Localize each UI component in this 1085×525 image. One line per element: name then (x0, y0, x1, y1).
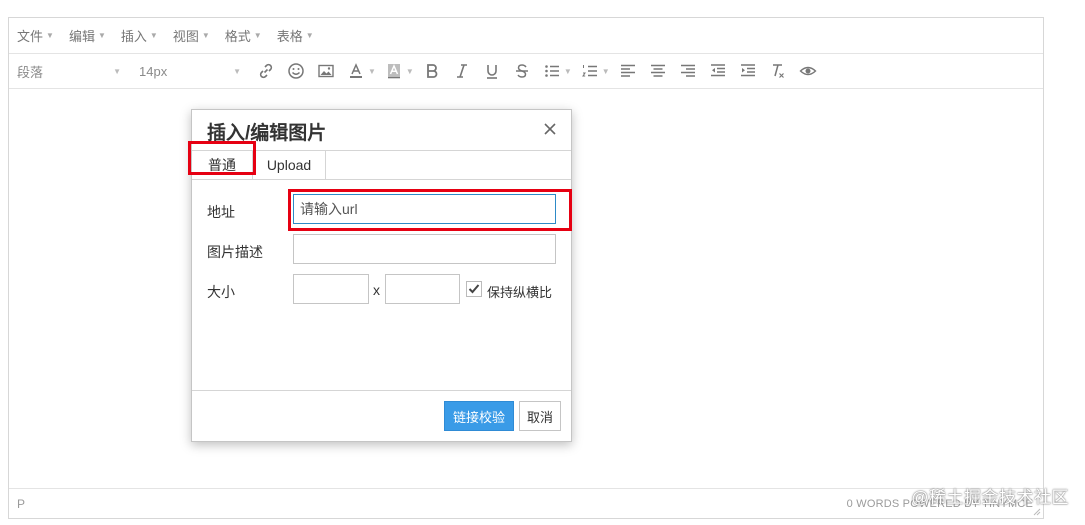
italic-button[interactable] (448, 57, 476, 85)
menu-view[interactable]: 视图 ▼ (173, 26, 210, 45)
preview-icon (799, 66, 817, 76)
menu-file[interactable]: 文件 ▼ (17, 26, 54, 45)
bullet-list-icon (545, 65, 559, 77)
emoticons-icon (288, 63, 304, 79)
preview-button[interactable] (794, 57, 822, 85)
description-input[interactable] (293, 234, 556, 264)
dialog-title: 插入/编辑图片 (207, 123, 327, 144)
toolbar: 段落 ▼ 14px ▼ ▼ ▼ ▼ ▼ (9, 53, 1043, 89)
numbered-list-button[interactable] (576, 57, 604, 85)
underline-icon (486, 65, 497, 79)
background-color-button[interactable] (380, 57, 408, 85)
numbered-list-icon (581, 65, 597, 77)
watermark: @稀土掘金技术社区 (911, 488, 1069, 507)
image-button[interactable] (312, 57, 340, 85)
caret-down-icon[interactable]: ▼ (406, 67, 414, 76)
font-size-select[interactable]: 14px ▼ (131, 54, 251, 88)
height-input[interactable] (385, 274, 460, 304)
bullet-list-split: ▼ (537, 57, 575, 85)
italic-icon (456, 64, 467, 78)
url-label: 地址 (207, 204, 235, 220)
block-format-select[interactable]: 段落 ▼ (9, 54, 131, 88)
dialog-header: 插入/编辑图片 (192, 110, 571, 150)
emoticons-button[interactable] (282, 57, 310, 85)
align-left-button[interactable] (614, 57, 642, 85)
indent-icon (740, 64, 755, 77)
align-right-button[interactable] (674, 57, 702, 85)
caret-down-icon[interactable]: ▼ (602, 67, 610, 76)
text-color-button[interactable] (342, 57, 370, 85)
cancel-button[interactable]: 取消 (519, 401, 561, 431)
bold-button[interactable] (418, 57, 446, 85)
menu-edit[interactable]: 编辑 ▼ (69, 26, 106, 45)
caret-down-icon: ▼ (201, 30, 210, 40)
text-color-split: ▼ (341, 57, 379, 85)
image-icon (318, 64, 334, 78)
background-color-split: ▼ (379, 57, 417, 85)
caret-down-icon[interactable]: ▼ (564, 67, 572, 76)
link-button[interactable] (252, 57, 280, 85)
url-input[interactable] (293, 194, 556, 224)
caret-down-icon: ▼ (305, 30, 314, 40)
align-left-icon (620, 64, 635, 77)
bold-icon (426, 64, 438, 78)
align-center-icon (650, 64, 665, 77)
caret-down-icon: ▼ (149, 30, 158, 40)
tab-upload[interactable]: Upload (252, 151, 326, 179)
caret-down-icon: ▼ (233, 66, 241, 76)
clear-formatting-button[interactable] (764, 57, 792, 85)
close-icon[interactable] (541, 120, 559, 138)
background-color-icon (387, 64, 400, 79)
link-icon (259, 63, 273, 79)
description-label: 图片描述 (207, 244, 263, 260)
constrain-checkbox[interactable] (466, 281, 482, 297)
resize-handle-icon[interactable] (1033, 508, 1041, 516)
statusbar: P 0 WORDS POWERED BY TINYMCE (9, 488, 1043, 518)
menu-insert[interactable]: 插入 ▼ (121, 26, 158, 45)
menu-table[interactable]: 表格 ▼ (277, 26, 314, 45)
caret-down-icon: ▼ (46, 30, 54, 40)
constrain-label: 保持纵横比 (487, 285, 553, 300)
caret-down-icon: ▼ (253, 30, 262, 40)
underline-button[interactable] (478, 57, 506, 85)
text-color-icon (350, 63, 362, 78)
caret-down-icon: ▼ (113, 66, 121, 76)
verify-link-button[interactable]: 链接校验 (444, 401, 514, 431)
caret-down-icon[interactable]: ▼ (368, 67, 376, 76)
size-label: 大小 (207, 284, 235, 300)
align-right-icon (680, 64, 695, 77)
caret-down-icon: ▼ (97, 30, 106, 40)
bullet-list-button[interactable] (538, 57, 566, 85)
width-input[interactable] (293, 274, 369, 304)
indent-button[interactable] (734, 57, 762, 85)
outdent-button[interactable] (704, 57, 732, 85)
clear-formatting-icon (772, 64, 784, 78)
dialog-footer: 链接校验 取消 (192, 390, 571, 441)
menubar: 文件 ▼ 编辑 ▼ 插入 ▼ 视图 ▼ 格式 ▼ 表格 ▼ (9, 18, 1043, 52)
checkmark-icon (468, 284, 480, 294)
element-path[interactable]: P (17, 497, 25, 511)
dialog-tabs: 普通 Upload (192, 150, 571, 180)
menu-format[interactable]: 格式 ▼ (225, 26, 262, 45)
numbered-list-split: ▼ (575, 57, 613, 85)
size-separator: x (373, 282, 380, 298)
strikethrough-icon (515, 64, 528, 78)
strikethrough-button[interactable] (508, 57, 536, 85)
outdent-icon (710, 64, 725, 77)
insert-image-dialog: 插入/编辑图片 普通 Upload 地址 图片描述 大小 x 保持纵横比 链接校… (191, 109, 572, 442)
tab-general[interactable]: 普通 (192, 151, 252, 179)
align-center-button[interactable] (644, 57, 672, 85)
